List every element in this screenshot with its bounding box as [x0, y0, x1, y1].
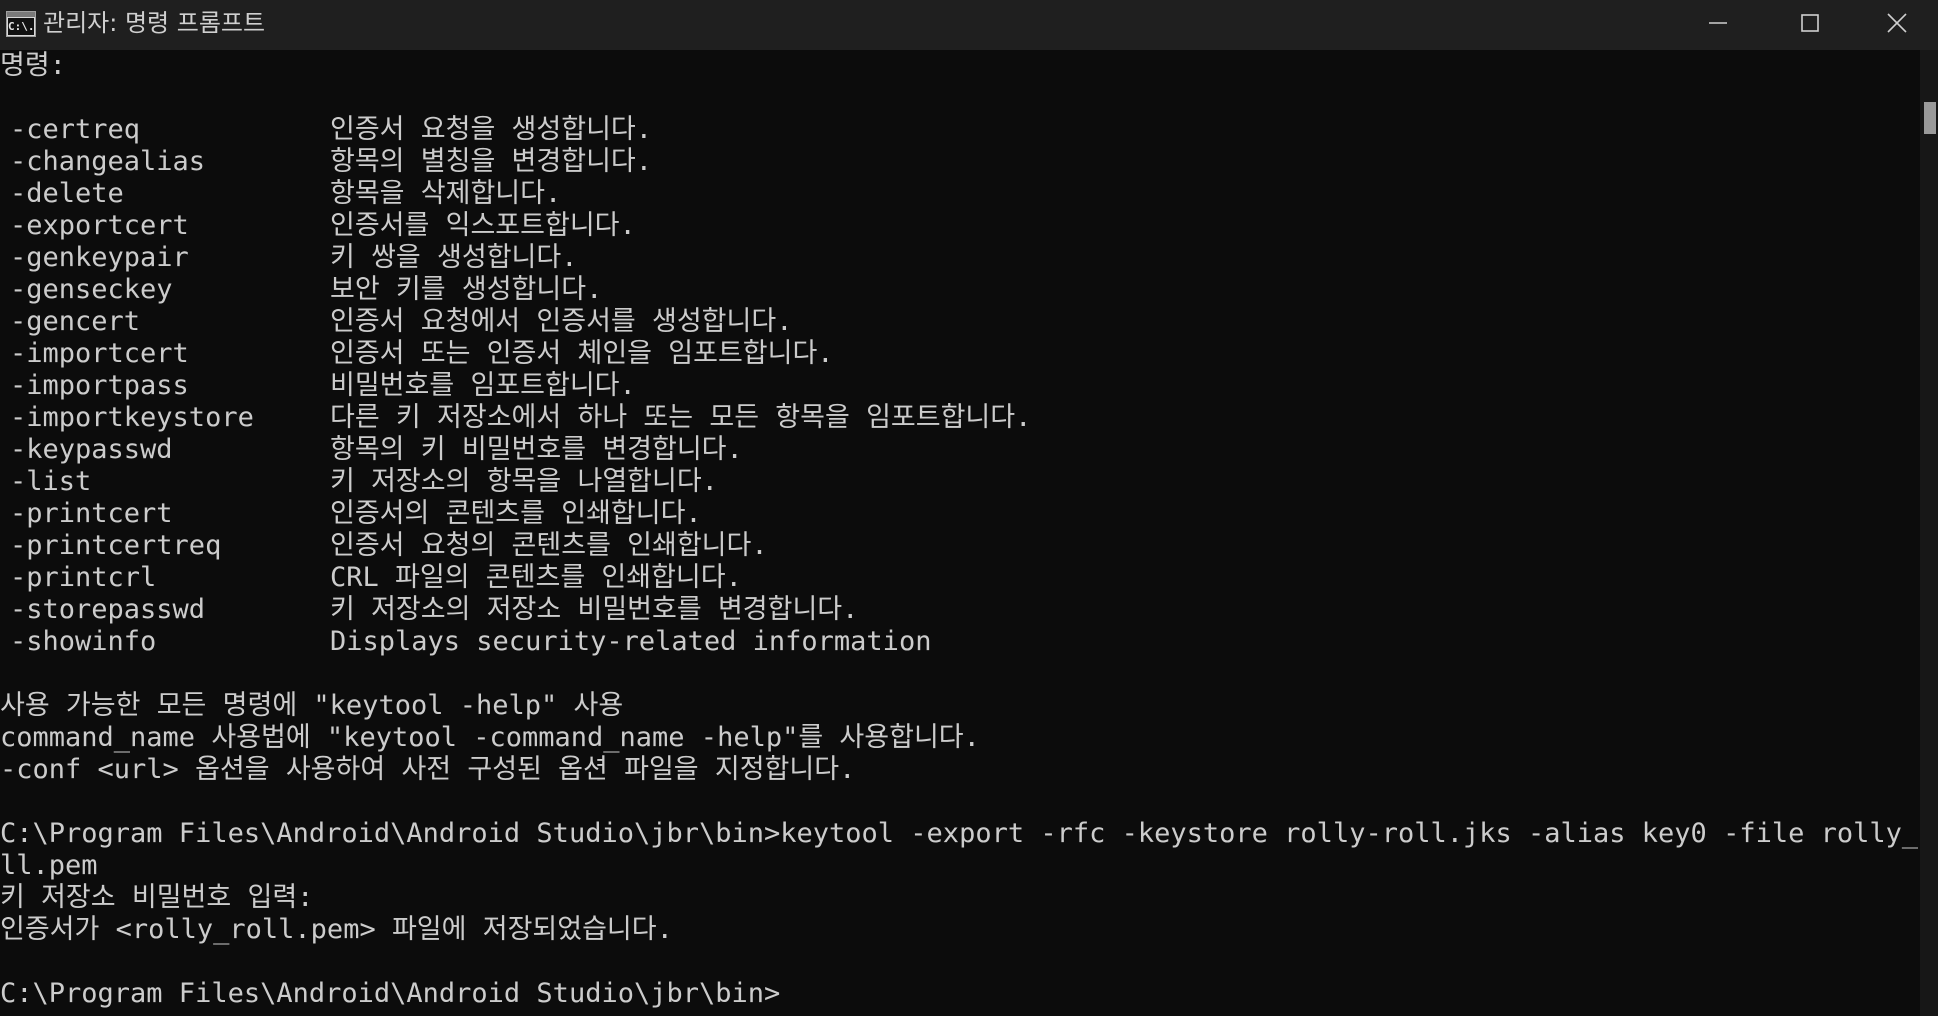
command-description: 키 쌍을 생성합니다.: [330, 242, 578, 273]
minimize-button[interactable]: [1672, 0, 1764, 46]
window-title: 관리자: 명령 프롬프트: [43, 9, 266, 37]
command-description: 인증서 요청의 콘텐츠를 인쇄합니다.: [330, 530, 768, 561]
command-name: -keypasswd: [10, 434, 173, 465]
command-name: -genkeypair: [10, 242, 189, 273]
command-description: 인증서 요청에서 인증서를 생성합니다.: [330, 306, 793, 337]
command-row: -gencert 인증서 요청에서 인증서를 생성합니다.: [0, 306, 1918, 338]
command-row: -importpass 비밀번호를 임포트합니다.: [0, 370, 1918, 402]
prompt-command-wrap: ll.pem: [0, 850, 98, 881]
command-name: -storepasswd: [10, 594, 206, 625]
minimize-icon: [1709, 22, 1727, 24]
command-row: -storepasswd 키 저장소의 저장소 비밀번호를 변경합니다.: [0, 594, 1918, 626]
help-line: 사용 가능한 모든 명령에 "keytool -help" 사용: [0, 690, 624, 721]
command-row: -delete 항목을 삭제합니다.: [0, 178, 1918, 210]
command-description: CRL 파일의 콘텐츠를 인쇄합니다.: [330, 562, 742, 593]
command-list: -certreq 인증서 요청을 생성합니다. -changealias 항목의 별칭…: [0, 114, 1918, 658]
command-description: 인증서의 콘텐츠를 인쇄합니다.: [330, 498, 702, 529]
command-name: -genseckey: [10, 274, 173, 305]
command-description: 항목의 키 비밀번호를 변경합니다.: [330, 434, 743, 465]
command-row: -keypasswd 항목의 키 비밀번호를 변경합니다.: [0, 434, 1918, 466]
command-row: -certreq 인증서 요청을 생성합니다.: [0, 114, 1918, 146]
commands-heading: 명령:: [0, 50, 66, 81]
prompt-command-line: C:\Program Files\Android\Android Studio\…: [0, 818, 1918, 849]
vertical-scrollbar[interactable]: [1920, 50, 1938, 1016]
command-name: -importkeystore: [10, 402, 254, 433]
command-description: 인증서 요청을 생성합니다.: [330, 114, 653, 145]
command-row: -genkeypair 키 쌍을 생성합니다.: [0, 242, 1918, 274]
command-description: 다른 키 저장소에서 하나 또는 모든 항목을 임포트합니다.: [330, 402, 1032, 433]
current-prompt[interactable]: C:\Program Files\Android\Android Studio\…: [0, 978, 1918, 1010]
command-description: 키 저장소의 저장소 비밀번호를 변경합니다.: [330, 594, 859, 625]
help-line: -conf <url> 옵션을 사용하여 사전 구성된 옵션 파일을 지정합니다…: [0, 754, 856, 785]
command-name: -changealias: [10, 146, 206, 177]
cmd-icon-text: C:\.: [8, 18, 34, 35]
command-name: -importcert: [10, 338, 189, 369]
command-row: -exportcert 인증서를 익스포트합니다.: [0, 210, 1918, 242]
command-row: -genseckey 보안 키를 생성합니다.: [0, 274, 1918, 306]
command-row: -importkeystore 다른 키 저장소에서 하나 또는 모든 항목을 임…: [0, 402, 1918, 434]
command-name: -list: [10, 466, 92, 497]
command-description: 보안 키를 생성합니다.: [330, 274, 603, 305]
command-description: 인증서 또는 인증서 체인을 임포트합니다.: [330, 338, 834, 369]
close-icon: [1887, 13, 1907, 33]
maximize-button[interactable]: [1764, 0, 1856, 46]
console-output[interactable]: 명령: -certreq 인증서 요청을 생성합니다. -changealias 항목…: [0, 50, 1918, 1016]
command-row: -importcert 인증서 또는 인증서 체인을 임포트합니다.: [0, 338, 1918, 370]
command-row: -showinfo Displays security-related infor…: [0, 626, 1918, 658]
close-button[interactable]: [1856, 0, 1938, 46]
command-row: -printcrl CRL 파일의 콘텐츠를 인쇄합니다.: [0, 562, 1918, 594]
saved-message: 인증서가 <rolly_roll.pem> 파일에 저장되었습니다.: [0, 914, 673, 945]
title-bar[interactable]: C:\. 관리자: 명령 프롬프트: [0, 0, 1938, 50]
command-name: -showinfo: [10, 626, 157, 657]
cmd-app-icon[interactable]: C:\.: [6, 11, 36, 37]
command-description: Displays security-related information: [330, 626, 932, 657]
command-row: -printcertreq 인증서 요청의 콘텐츠를 인쇄합니다.: [0, 530, 1918, 562]
command-name: -printcertreq: [10, 530, 222, 561]
command-row: -printcert 인증서의 콘텐츠를 인쇄합니다.: [0, 498, 1918, 530]
command-row: -list 키 저장소의 항목을 나열합니다.: [0, 466, 1918, 498]
scrollbar-thumb[interactable]: [1924, 102, 1936, 134]
command-description: 키 저장소의 항목을 나열합니다.: [330, 466, 718, 497]
command-name: -printcrl: [10, 562, 157, 593]
password-prompt: 키 저장소 비밀번호 입력:: [0, 882, 314, 913]
command-description: 항목의 별칭을 변경합니다.: [330, 146, 653, 177]
command-name: -gencert: [10, 306, 141, 337]
command-prompt-window: C:\. 관리자: 명령 프롬프트 명령: -certreq 인증서 요청을 생성…: [0, 0, 1938, 1016]
command-description: 인증서를 익스포트합니다.: [330, 210, 636, 241]
command-description: 항목을 삭제합니다.: [330, 178, 562, 209]
command-name: -importpass: [10, 370, 189, 401]
maximize-icon: [1801, 14, 1819, 32]
command-row: -changealias 항목의 별칭을 변경합니다.: [0, 146, 1918, 178]
command-name: -delete: [10, 178, 124, 209]
command-name: -certreq: [10, 114, 141, 145]
command-description: 비밀번호를 임포트합니다.: [330, 370, 636, 401]
command-name: -printcert: [10, 498, 173, 529]
help-line: command_name 사용법에 "keytool -command_name…: [0, 722, 980, 753]
command-name: -exportcert: [10, 210, 189, 241]
